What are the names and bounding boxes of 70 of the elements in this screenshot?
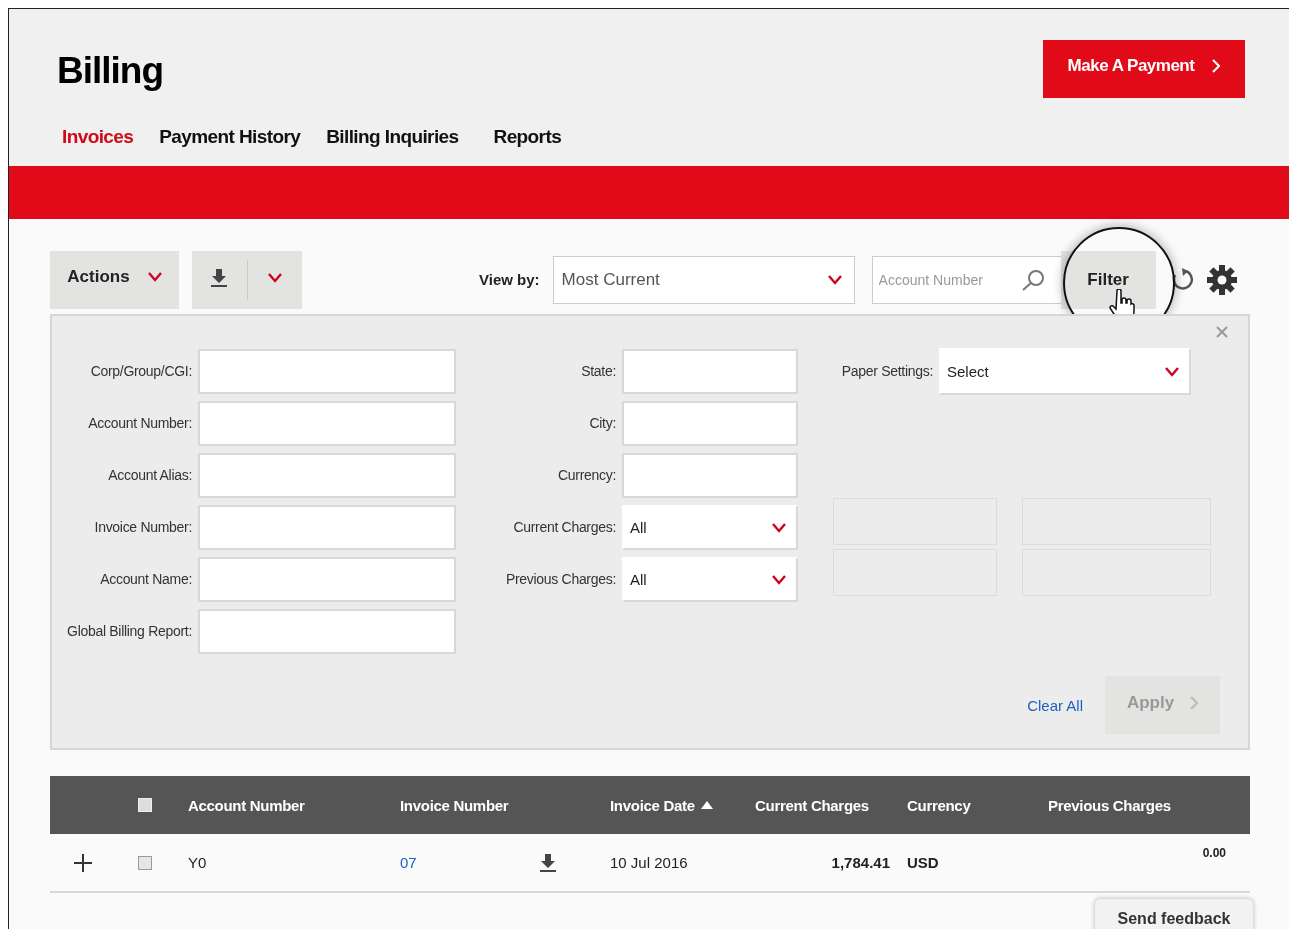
close-icon[interactable] xyxy=(1216,326,1228,338)
table-cell-text: Y0 xyxy=(188,854,208,871)
chevron-down-icon xyxy=(147,272,162,282)
chevron-down-icon xyxy=(1165,366,1179,377)
row-checkbox[interactable] xyxy=(138,855,152,870)
column-header[interactable]: Account Number xyxy=(188,796,400,814)
input-field[interactable] xyxy=(198,349,456,394)
field-label: Corp/Group/CGI: xyxy=(89,363,193,380)
input-field[interactable] xyxy=(622,453,798,498)
column-header[interactable]: Invoice Number xyxy=(400,796,535,814)
select-field[interactable]: Select xyxy=(939,348,1191,395)
select-all-checkbox[interactable] xyxy=(138,798,152,812)
chevron-down-icon xyxy=(827,274,842,285)
input-field[interactable] xyxy=(198,557,456,602)
table-cell-text: 10 Jul 2016 xyxy=(610,854,689,871)
search-icon[interactable] xyxy=(1020,268,1045,291)
settings-icon[interactable] xyxy=(1205,263,1238,296)
input-field[interactable] xyxy=(198,505,456,550)
download-icon[interactable] xyxy=(539,852,557,873)
actions-button[interactable]: Actions xyxy=(50,250,179,309)
field-label: State: xyxy=(580,363,617,380)
field-label: Previous Charges: xyxy=(504,571,617,588)
field-label: Currency: xyxy=(557,467,617,484)
select-field[interactable]: All xyxy=(622,505,798,550)
chevron-down-icon xyxy=(267,272,282,283)
field-label: City: xyxy=(588,415,617,432)
chevron-right-icon xyxy=(1190,695,1199,710)
table-cell-text: 1,784.41 xyxy=(830,854,890,871)
view-by-label: View by: xyxy=(479,271,540,288)
sort-up-icon xyxy=(700,801,713,809)
expand-plus-icon[interactable] xyxy=(74,853,92,872)
field-label: Account Alias: xyxy=(107,467,193,484)
view-by-select[interactable]: Most Current xyxy=(552,255,855,304)
field-label: Global Billing Report: xyxy=(66,623,193,640)
filter-button[interactable]: Filter xyxy=(1060,250,1156,309)
column-header[interactable]: Currency xyxy=(907,796,1040,814)
download-icon xyxy=(210,267,229,288)
page-title: Billing xyxy=(57,50,164,92)
field-label: Current Charges: xyxy=(512,519,617,536)
input-field[interactable] xyxy=(198,401,456,446)
search-field[interactable]: Account Number xyxy=(871,255,1061,304)
field-label: Account Name: xyxy=(99,571,193,588)
column-header[interactable]: Invoice Date xyxy=(610,796,750,814)
table-cell-text: 0.00 xyxy=(1201,846,1226,860)
nav-tab[interactable]: Billing Inquiries xyxy=(326,126,459,152)
select-value: Most Current xyxy=(561,269,660,290)
column-header[interactable]: Current Charges xyxy=(755,796,890,814)
clear-all-link[interactable]: Clear All xyxy=(1027,696,1083,714)
invoice-link[interactable]: 07 xyxy=(400,854,535,871)
input-field[interactable] xyxy=(198,609,456,654)
select-value: All xyxy=(630,571,647,588)
nav-tab[interactable]: Reports xyxy=(493,126,562,152)
make-payment-button[interactable]: Make A Payment xyxy=(1043,40,1245,98)
chevron-down-icon xyxy=(772,522,786,533)
column-header[interactable]: Previous Charges xyxy=(1048,796,1250,814)
send-feedback-button[interactable]: Send feedback xyxy=(1094,898,1254,929)
nav-tab[interactable]: Invoices xyxy=(62,126,134,152)
field-label: Invoice Number: xyxy=(93,519,193,536)
select-field[interactable]: All xyxy=(622,557,798,602)
chevron-right-icon xyxy=(1212,59,1221,73)
chevron-down-icon xyxy=(772,574,786,585)
select-value: Select xyxy=(947,363,989,380)
input-field[interactable] xyxy=(622,349,798,394)
nav-tab[interactable]: Payment History xyxy=(159,126,301,152)
field-label: Paper Settings: xyxy=(840,363,934,380)
table-cell-text: USD xyxy=(906,854,940,871)
select-value: All xyxy=(630,519,647,536)
input-field[interactable] xyxy=(198,453,456,498)
field-label: Account Number: xyxy=(87,415,193,432)
input-field[interactable] xyxy=(622,401,798,446)
